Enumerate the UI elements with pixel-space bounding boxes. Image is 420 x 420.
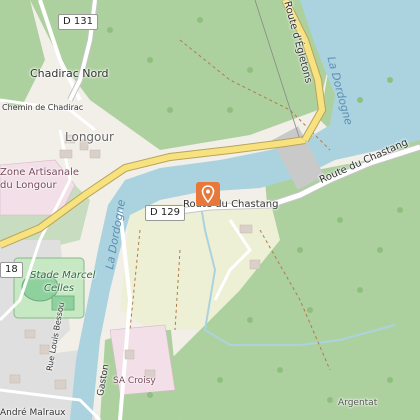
place-label-chadirac-nord: Chadirac Nord [30, 67, 109, 80]
area-label-du-longour: du Longour [0, 180, 57, 191]
map-base [0, 0, 420, 420]
area-label-zone-artisanale: Zone Artisanale [0, 167, 80, 178]
street-label-chemin-chadirac: Chemin de Chadirac [2, 103, 84, 112]
poi-label-sa-croisy: SA Croisy [113, 376, 156, 386]
poi-label-stade-1: Stade Marcel [30, 270, 96, 281]
place-label-longour: Longour [65, 130, 114, 144]
street-label-andre-malraux: André Malraux [0, 408, 66, 418]
road-shield-d131: D 131 [58, 14, 98, 30]
road-shield-d18: 18 [0, 262, 23, 278]
map-canvas[interactable]: D 131 D 129 18 Chadirac Nord Chemin de C… [0, 0, 420, 420]
place-label-argentat: Argentat [338, 398, 378, 408]
location-pin-icon[interactable] [196, 182, 220, 206]
road-shield-d129: D 129 [145, 205, 185, 221]
poi-label-stade-2: Celles [44, 283, 75, 294]
